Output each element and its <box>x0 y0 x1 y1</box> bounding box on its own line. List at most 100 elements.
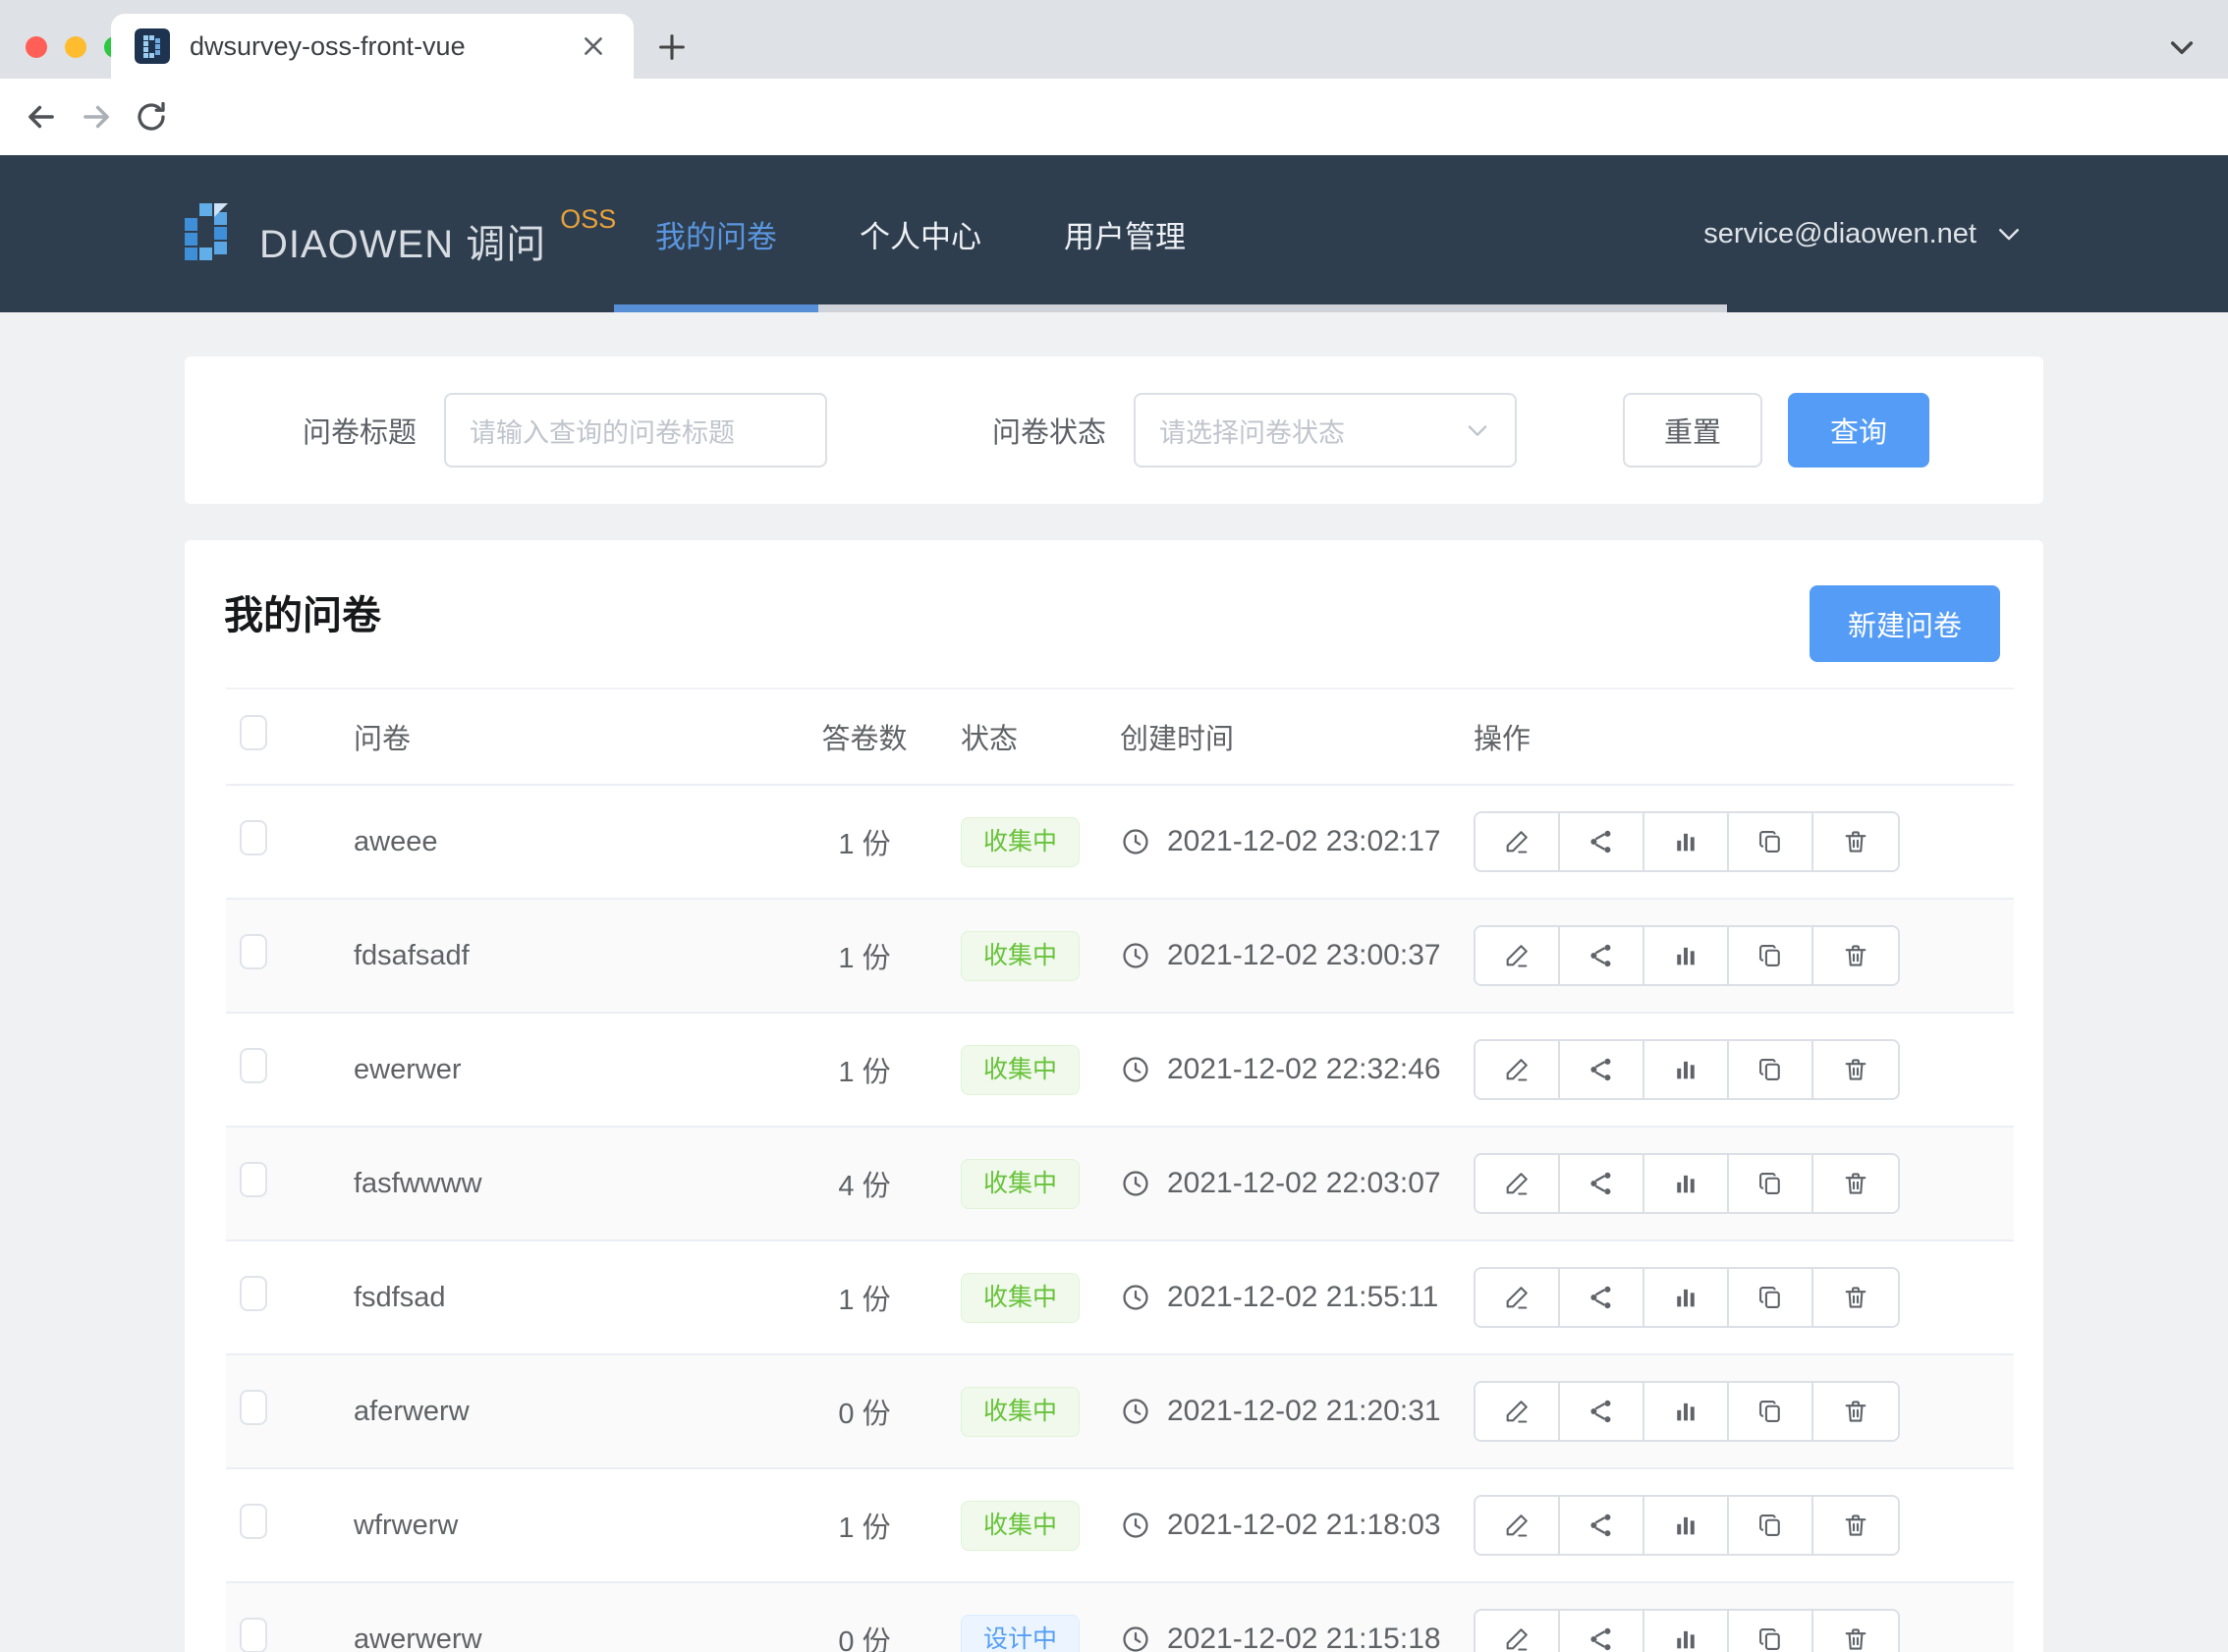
row-checkbox[interactable] <box>240 1618 267 1652</box>
minimize-window-button[interactable] <box>65 36 86 58</box>
clock-icon <box>1120 1054 1151 1085</box>
copy-icon <box>1756 1170 1784 1197</box>
new-tab-button[interactable] <box>650 26 694 69</box>
edit-button[interactable] <box>1476 1383 1560 1440</box>
reset-button[interactable]: 重置 <box>1623 393 1762 468</box>
tab-close-icon[interactable] <box>577 29 610 63</box>
edit-button[interactable] <box>1476 927 1560 984</box>
row-checkbox[interactable] <box>240 1276 267 1311</box>
nav-item-user-admin[interactable]: 用户管理 <box>1023 155 1227 312</box>
delete-button[interactable] <box>1813 1611 1898 1652</box>
row-checkbox[interactable] <box>240 934 267 969</box>
survey-title-input[interactable]: 请输入查询的问卷标题 <box>444 393 827 468</box>
edit-button[interactable] <box>1476 1611 1560 1652</box>
edit-pencil-icon <box>1503 1056 1531 1083</box>
create-survey-button[interactable]: 新建问卷 <box>1810 585 2000 662</box>
edit-button[interactable] <box>1476 1269 1560 1326</box>
row-checkbox[interactable] <box>240 820 267 855</box>
delete-button[interactable] <box>1813 1041 1898 1098</box>
delete-button[interactable] <box>1813 1269 1898 1326</box>
edit-pencil-icon <box>1503 828 1531 855</box>
search-button[interactable]: 查询 <box>1788 393 1929 468</box>
share-button[interactable] <box>1560 1041 1644 1098</box>
share-button[interactable] <box>1560 1269 1644 1326</box>
delete-button[interactable] <box>1813 1155 1898 1212</box>
copy-button[interactable] <box>1729 813 1813 870</box>
copy-icon <box>1756 942 1784 969</box>
stats-button[interactable] <box>1644 1041 1729 1098</box>
share-button[interactable] <box>1560 1155 1644 1212</box>
row-checkbox[interactable] <box>240 1162 267 1197</box>
user-menu[interactable]: service@diaowen.net <box>1703 155 2024 312</box>
edit-pencil-icon <box>1503 1398 1531 1425</box>
copy-icon <box>1756 1056 1784 1083</box>
share-button[interactable] <box>1560 1611 1644 1652</box>
share-button[interactable] <box>1560 1383 1644 1440</box>
row-actions <box>1474 1381 1900 1442</box>
share-button[interactable] <box>1560 927 1644 984</box>
stats-button[interactable] <box>1644 813 1729 870</box>
share-icon <box>1587 1625 1615 1652</box>
stats-button[interactable] <box>1644 1497 1729 1554</box>
copy-icon <box>1756 1512 1784 1539</box>
stats-button[interactable] <box>1644 1611 1729 1652</box>
user-menu-chevron-icon <box>1994 219 2024 248</box>
copy-button[interactable] <box>1729 1041 1813 1098</box>
stats-button[interactable] <box>1644 1269 1729 1326</box>
row-checkbox[interactable] <box>240 1048 267 1083</box>
reload-button[interactable] <box>124 89 179 144</box>
close-window-button[interactable] <box>26 36 47 58</box>
delete-button[interactable] <box>1813 1497 1898 1554</box>
copy-button[interactable] <box>1729 1269 1813 1326</box>
status-badge: 收集中 <box>961 1159 1080 1209</box>
browser-tab[interactable]: dwsurvey-oss-front-vue <box>111 14 634 79</box>
row-checkbox[interactable] <box>240 1504 267 1539</box>
table-row: wfrwerw 1 份 收集中 2021-12-02 21:18:03 <box>226 1469 2014 1583</box>
row-actions <box>1474 1609 1900 1652</box>
favicon-icon <box>135 28 170 64</box>
tab-search-chevron-icon[interactable] <box>2160 26 2203 69</box>
survey-name: awerwerw <box>354 1624 776 1652</box>
copy-button[interactable] <box>1729 1383 1813 1440</box>
share-button[interactable] <box>1560 813 1644 870</box>
clock-icon <box>1120 1168 1151 1199</box>
delete-button[interactable] <box>1813 813 1898 870</box>
app-logo[interactable]: DIAOWEN 调问 OSS <box>185 202 616 269</box>
row-checkbox[interactable] <box>240 1390 267 1425</box>
stats-button[interactable] <box>1644 1155 1729 1212</box>
share-button[interactable] <box>1560 1497 1644 1554</box>
copy-button[interactable] <box>1729 1497 1813 1554</box>
stats-button[interactable] <box>1644 1383 1729 1440</box>
survey-name: fsdfsad <box>354 1282 776 1314</box>
survey-status-placeholder: 请选择问卷状态 <box>1159 412 1345 450</box>
row-actions <box>1474 1039 1900 1100</box>
clock-icon <box>1120 940 1151 971</box>
survey-title-placeholder: 请输入查询的问卷标题 <box>470 412 735 450</box>
created-time: 2021-12-02 21:18:03 <box>1167 1509 1441 1542</box>
status-badge: 收集中 <box>961 817 1080 867</box>
back-button[interactable] <box>14 89 69 144</box>
copy-icon <box>1756 1398 1784 1425</box>
edit-button[interactable] <box>1476 1155 1560 1212</box>
nav-item-my-surveys[interactable]: 我的问卷 <box>614 155 818 312</box>
delete-button[interactable] <box>1813 1383 1898 1440</box>
copy-button[interactable] <box>1729 1155 1813 1212</box>
trash-icon <box>1842 1398 1869 1425</box>
nav-item-profile[interactable]: 个人中心 <box>818 155 1023 312</box>
status-badge: 收集中 <box>961 1273 1080 1323</box>
stats-button[interactable] <box>1644 927 1729 984</box>
share-icon <box>1587 1170 1615 1197</box>
forward-button[interactable] <box>69 89 124 144</box>
copy-button[interactable] <box>1729 927 1813 984</box>
table-row: ewerwer 1 份 收集中 2021-12-02 22:32:46 <box>226 1014 2014 1128</box>
survey-status-select[interactable]: 请选择问卷状态 <box>1134 393 1517 468</box>
edit-button[interactable] <box>1476 1041 1560 1098</box>
delete-button[interactable] <box>1813 927 1898 984</box>
select-all-checkbox[interactable] <box>240 715 267 750</box>
bar-chart-icon <box>1672 1625 1699 1652</box>
edit-button[interactable] <box>1476 1497 1560 1554</box>
col-header-survey: 问卷 <box>354 716 776 757</box>
edit-button[interactable] <box>1476 813 1560 870</box>
copy-button[interactable] <box>1729 1611 1813 1652</box>
survey-name: aweee <box>354 826 776 858</box>
